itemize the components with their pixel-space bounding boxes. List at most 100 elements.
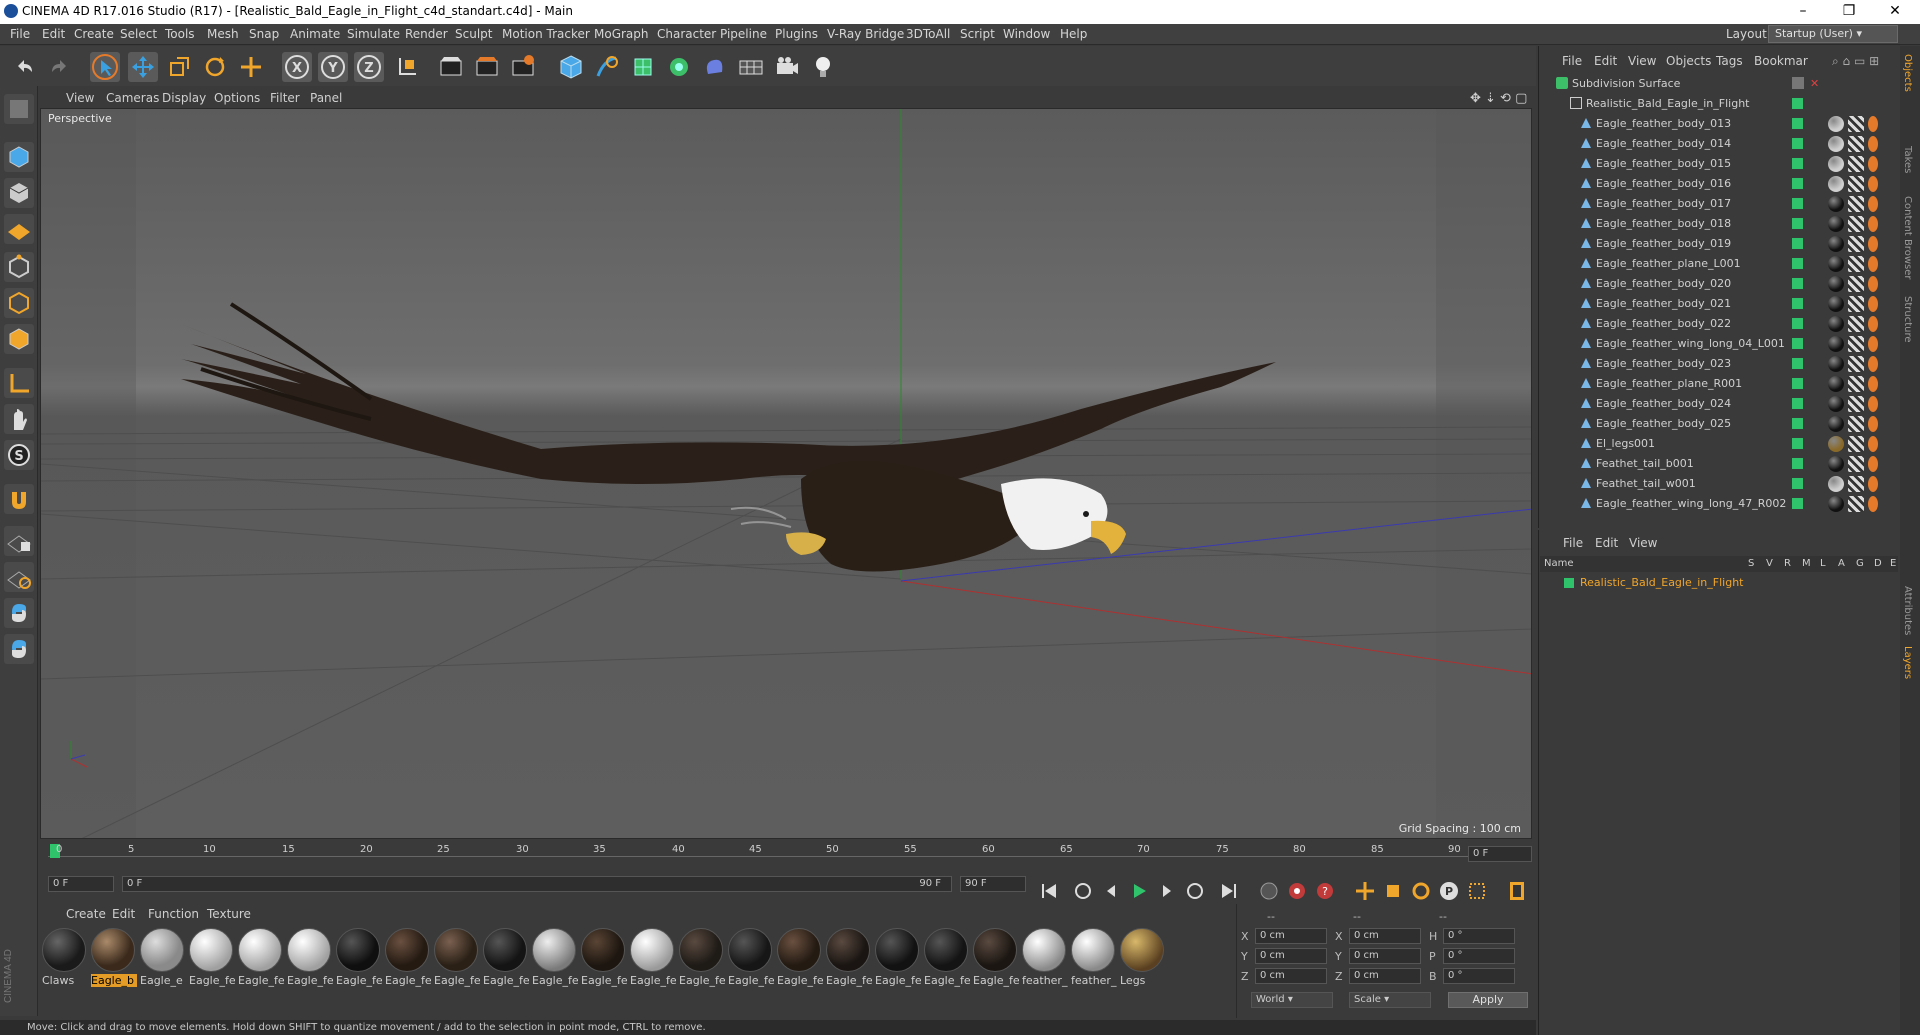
phong-tag-icon[interactable] xyxy=(1868,136,1878,152)
next-frame-icon[interactable] xyxy=(1154,878,1180,904)
previous-key-icon[interactable] xyxy=(1070,878,1096,904)
object-row[interactable]: Feathet_tail_w001 xyxy=(1540,474,1884,494)
uvw-tag-icon[interactable] xyxy=(1848,196,1864,212)
undo-icon[interactable] xyxy=(10,52,40,82)
deformer-icon[interactable] xyxy=(700,52,730,82)
frame-range-slider[interactable]: 0 F 90 F xyxy=(122,876,952,892)
material-tag-icon[interactable] xyxy=(1828,196,1844,212)
keyframe-selection-icon[interactable]: ? xyxy=(1312,878,1338,904)
grid-rotate-icon[interactable] xyxy=(4,562,34,592)
magnet-icon[interactable] xyxy=(4,484,34,514)
visibility-dot[interactable] xyxy=(1792,98,1803,109)
tab-layers[interactable]: Layers xyxy=(1902,646,1913,679)
object-row[interactable]: Eagle_feather_body_021 xyxy=(1540,294,1884,314)
cube-icon[interactable] xyxy=(556,52,586,82)
scale-icon[interactable] xyxy=(164,52,194,82)
object-row[interactable]: Feathet_tail_b001 xyxy=(1540,454,1884,474)
play-icon[interactable] xyxy=(1126,878,1152,904)
material-eagle-fe[interactable]: Eagle_fe xyxy=(826,928,872,990)
material-tag-icon[interactable] xyxy=(1828,236,1844,252)
viewport-menu-view[interactable]: View xyxy=(66,91,94,105)
material-eagle-fe[interactable]: Eagle_fe xyxy=(434,928,480,990)
object-row[interactable]: Eagle_feather_body_025 xyxy=(1540,414,1884,434)
material-eagle-fe[interactable]: Eagle_fe xyxy=(728,928,774,990)
object-row[interactable]: Eagle_feather_wing_long_47_R002 xyxy=(1540,494,1884,512)
python-script-icon[interactable] xyxy=(4,634,34,664)
go-to-end-icon[interactable] xyxy=(1216,878,1242,904)
viewport-menu-options[interactable]: Options xyxy=(214,91,260,105)
material-tag-icon[interactable] xyxy=(1828,336,1844,352)
object-row[interactable]: Eagle_feather_body_016 xyxy=(1540,174,1884,194)
object-row-group[interactable]: Realistic_Bald_Eagle_in_Flight xyxy=(1540,94,1884,114)
layer-menu-view[interactable]: View xyxy=(1629,536,1657,550)
material-menu-create[interactable]: Create xyxy=(66,907,106,921)
position-x-field[interactable]: 0 cm xyxy=(1255,928,1327,944)
menu-create[interactable]: Create xyxy=(74,27,114,41)
tab-takes[interactable]: Takes xyxy=(1902,146,1913,173)
material-tag-icon[interactable] xyxy=(1828,116,1844,132)
point-level-animation-icon[interactable] xyxy=(1464,878,1490,904)
phong-tag-icon[interactable] xyxy=(1868,216,1878,232)
material-eagle-fe[interactable]: Eagle_fe xyxy=(630,928,676,990)
end-frame-field[interactable]: 90 F xyxy=(960,876,1026,892)
viewport-menu-display[interactable]: Display xyxy=(162,91,206,105)
live-select-icon[interactable] xyxy=(236,52,266,82)
phong-tag-icon[interactable] xyxy=(1868,416,1878,432)
uvw-tag-icon[interactable] xyxy=(1848,336,1864,352)
object-menu-file[interactable]: File xyxy=(1562,54,1582,68)
uvw-tag-icon[interactable] xyxy=(1848,236,1864,252)
size-x-field[interactable]: 0 cm xyxy=(1349,928,1421,944)
object-row[interactable]: Eagle_feather_wing_long_04_L001 xyxy=(1540,334,1884,354)
visibility-dot[interactable] xyxy=(1792,278,1803,289)
layer-color-swatch[interactable] xyxy=(1564,578,1574,588)
material-eagle-fe[interactable]: Eagle_fe xyxy=(924,928,970,990)
menu-help[interactable]: Help xyxy=(1060,27,1087,41)
uvw-tag-icon[interactable] xyxy=(1848,356,1864,372)
visibility-dot[interactable] xyxy=(1792,358,1803,369)
viewport-menu-filter[interactable]: Filter xyxy=(270,91,300,105)
parameter-key-icon[interactable]: P xyxy=(1436,878,1462,904)
size-z-field[interactable]: 0 cm xyxy=(1349,968,1421,984)
object-search-icon[interactable]: ⌕ ⌂ ▭ ⊞ xyxy=(1832,54,1879,69)
phong-tag-icon[interactable] xyxy=(1868,356,1878,372)
menu-edit[interactable]: Edit xyxy=(42,27,65,41)
phong-tag-icon[interactable] xyxy=(1868,376,1878,392)
object-row[interactable]: Eagle_feather_body_023 xyxy=(1540,354,1884,374)
material-tag-icon[interactable] xyxy=(1828,136,1844,152)
phong-tag-icon[interactable] xyxy=(1868,496,1878,512)
camera-icon[interactable] xyxy=(772,52,802,82)
visibility-dot[interactable] xyxy=(1792,218,1803,229)
uvw-tag-icon[interactable] xyxy=(1848,176,1864,192)
workplane-icon[interactable] xyxy=(4,214,34,244)
phong-tag-icon[interactable] xyxy=(1868,196,1878,212)
uvw-tag-icon[interactable] xyxy=(1848,256,1864,272)
current-frame-field[interactable]: 0 F xyxy=(1468,846,1532,862)
phong-tag-icon[interactable] xyxy=(1868,156,1878,172)
render-settings-icon[interactable] xyxy=(508,52,538,82)
phong-tag-icon[interactable] xyxy=(1868,116,1878,132)
material-eagle-fe[interactable]: Eagle_fe xyxy=(875,928,921,990)
menu-mesh[interactable]: Mesh xyxy=(207,27,239,41)
rotation-key-icon[interactable] xyxy=(1408,878,1434,904)
menu-render[interactable]: Render xyxy=(405,27,448,41)
cloner-icon[interactable] xyxy=(664,52,694,82)
menu-script[interactable]: Script xyxy=(960,27,995,41)
x-axis-icon[interactable]: X xyxy=(282,52,312,82)
object-menu-objects[interactable]: Objects xyxy=(1666,54,1711,68)
size-y-field[interactable]: 0 cm xyxy=(1349,948,1421,964)
phong-tag-icon[interactable] xyxy=(1868,436,1878,452)
menu-sculpt[interactable]: Sculpt xyxy=(455,27,492,41)
visibility-dot[interactable] xyxy=(1792,478,1803,489)
uvw-tag-icon[interactable] xyxy=(1848,296,1864,312)
phong-tag-icon[interactable] xyxy=(1868,396,1878,412)
object-menu-bookmarks[interactable]: Bookmar xyxy=(1754,54,1808,68)
menu-file[interactable]: File xyxy=(10,27,30,41)
size-mode-select[interactable]: Scale ▾ xyxy=(1349,992,1431,1008)
texture-mode-icon[interactable] xyxy=(4,178,34,208)
material-eagle-fe[interactable]: Eagle_fe xyxy=(581,928,627,990)
next-key-icon[interactable] xyxy=(1182,878,1208,904)
make-editable-icon[interactable] xyxy=(4,94,34,124)
record-keys-icon[interactable] xyxy=(1256,878,1282,904)
menu-animate[interactable]: Animate xyxy=(290,27,340,41)
material-feather[interactable]: feather_ xyxy=(1022,928,1068,990)
